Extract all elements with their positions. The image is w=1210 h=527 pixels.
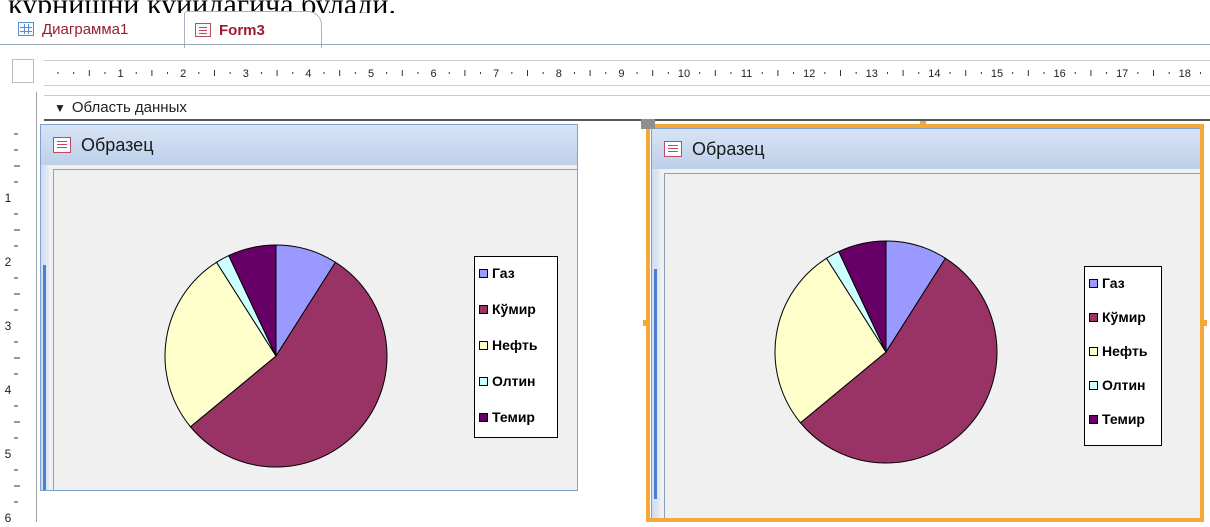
resize-handle-top[interactable] xyxy=(920,121,926,127)
horizontal-ruler: 1 2 3 4 5 6 7 8 9 10 11 12 13 14 15 16 17 18 xyxy=(44,60,1210,86)
ruler-label: 6 xyxy=(431,68,437,80)
legend-swatch xyxy=(479,340,488,350)
legend-swatch xyxy=(479,268,488,278)
ruler-label: 4 xyxy=(305,68,311,80)
tab-label: Form3 xyxy=(219,21,265,39)
legend-label: Газ xyxy=(492,265,515,281)
window-title-bar: Образец xyxy=(41,125,577,165)
ruler-label: 2 xyxy=(180,68,186,80)
record-selector-strip xyxy=(41,165,49,490)
legend-swatch xyxy=(479,304,488,314)
ruler-label: 7 xyxy=(493,68,499,80)
ruler-label: 1 xyxy=(118,68,124,80)
ruler-label: 8 xyxy=(556,68,562,80)
ruler-label: 13 xyxy=(866,68,878,80)
ruler-label: 15 xyxy=(991,68,1003,80)
ruler-label: 3 xyxy=(5,319,12,333)
ruler-label: 6 xyxy=(5,511,12,522)
legend-label: Нефть xyxy=(492,337,538,353)
ruler-label: 5 xyxy=(5,447,12,461)
selection-outline xyxy=(646,124,1204,522)
tab-label: Диаграмма1 xyxy=(42,20,129,38)
ruler-label: 10 xyxy=(678,68,690,80)
legend-swatch xyxy=(479,376,488,386)
legend-swatch xyxy=(479,412,488,422)
ruler-label: 5 xyxy=(368,68,374,80)
tab-form3[interactable]: Form3 xyxy=(184,11,322,48)
ruler-label: 3 xyxy=(243,68,249,80)
legend-label: Олтин xyxy=(492,373,536,389)
resize-handle-left[interactable] xyxy=(643,320,649,326)
ruler-label: 16 xyxy=(1053,68,1065,80)
section-label: Область данных xyxy=(71,99,187,116)
ruler-label: 9 xyxy=(618,68,624,80)
legend-item: Темир xyxy=(479,409,535,425)
chart-area[interactable]: Газ Кўмир Нефть Олтин Темир xyxy=(53,169,577,490)
form-icon xyxy=(195,23,211,37)
form-selector-box[interactable] xyxy=(12,59,34,83)
ruler-label: 4 xyxy=(5,383,12,397)
ruler-label: 1 xyxy=(5,191,12,205)
tab-bar-divider xyxy=(0,44,1210,45)
subform-window-left[interactable]: Образец Газ Кўмир Нефть Олтин Темир xyxy=(40,124,578,491)
legend-label: Кўмир xyxy=(492,301,536,317)
ruler-label: 14 xyxy=(928,68,940,80)
legend-item: Кўмир xyxy=(479,301,536,317)
chart-legend: Газ Кўмир Нефть Олтин Темир xyxy=(474,256,558,438)
legend-item: Газ xyxy=(479,265,515,281)
ruler-label: 12 xyxy=(803,68,815,80)
ruler-label: 11 xyxy=(741,68,752,80)
table-icon xyxy=(18,22,34,36)
document-tab-bar: Диаграмма1 Form3 xyxy=(0,11,1210,53)
section-header-detail[interactable]: ▼ Область данных xyxy=(44,95,1210,121)
legend-label: Темир xyxy=(492,409,535,425)
form-icon xyxy=(53,137,71,153)
ruler-divider xyxy=(36,92,37,522)
ruler-label: 17 xyxy=(1116,68,1128,80)
move-handle[interactable] xyxy=(641,119,655,129)
legend-item: Нефть xyxy=(479,337,537,353)
tab-diagramma1[interactable]: Диаграмма1 xyxy=(8,13,188,45)
ruler-label: 18 xyxy=(1179,68,1191,80)
legend-item: Олтин xyxy=(479,373,536,389)
ruler-label: 2 xyxy=(5,255,12,269)
resize-handle-right[interactable] xyxy=(1201,320,1207,326)
section-expand-icon: ▼ xyxy=(54,100,66,115)
vertical-ruler: 1 2 3 4 5 6 xyxy=(0,124,32,525)
window-title: Образец xyxy=(81,134,154,155)
